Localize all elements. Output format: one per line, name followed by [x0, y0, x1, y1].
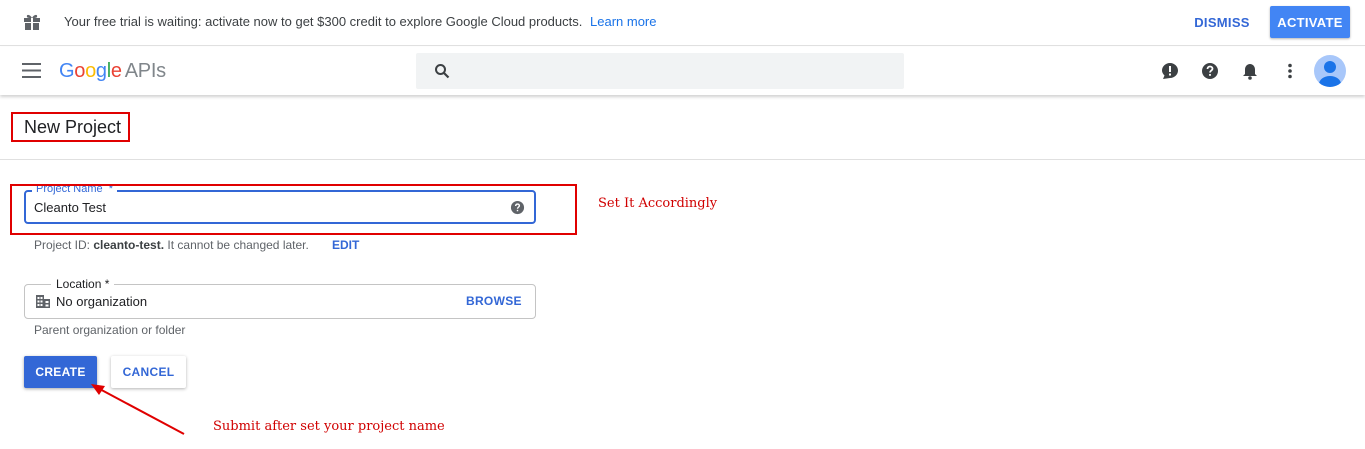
trial-message-text: Your free trial is waiting: activate now…	[64, 14, 583, 29]
browse-button[interactable]: BROWSE	[466, 294, 522, 308]
location-value: No organization	[56, 294, 148, 309]
search-input[interactable]	[416, 53, 904, 89]
account-avatar[interactable]	[1314, 55, 1346, 87]
project-id-text: Project ID: cleanto-test. It cannot be c…	[34, 238, 309, 252]
edit-project-id-link[interactable]: EDIT	[332, 238, 359, 252]
divider	[0, 159, 1365, 160]
location-helper-text: Parent organization or folder	[34, 323, 186, 337]
logo-apis-text: APIs	[124, 60, 166, 82]
annotation-box-field	[10, 184, 577, 235]
gift-icon	[24, 14, 40, 30]
logo-letter: e	[110, 60, 122, 82]
logo-letter: G	[59, 60, 75, 82]
location-label: Location *	[51, 277, 115, 291]
building-icon	[36, 295, 50, 308]
logo-letter: g	[95, 60, 107, 82]
dismiss-button[interactable]: DISMISS	[1184, 8, 1260, 36]
search-icon	[435, 64, 450, 79]
logo-letter: o	[74, 60, 86, 82]
project-id-prefix: Project ID:	[34, 238, 91, 252]
trial-banner: Your free trial is waiting: activate now…	[0, 0, 1365, 46]
annotation-submit-note: Submit after set your project name	[213, 419, 445, 434]
annotation-field-note: Set It Accordingly	[598, 196, 718, 211]
annotation-arrow	[91, 384, 185, 435]
learn-more-link[interactable]: Learn more	[590, 14, 656, 29]
menu-icon[interactable]	[22, 63, 41, 78]
help-icon[interactable]	[1200, 61, 1220, 81]
annotation-box-title	[11, 112, 130, 142]
project-id-suffix: It cannot be changed later.	[167, 238, 309, 252]
create-button[interactable]: CREATE	[24, 356, 97, 388]
trial-message: Your free trial is waiting: activate now…	[64, 14, 656, 29]
google-apis-logo[interactable]: Google APIs	[59, 60, 166, 83]
more-vert-icon[interactable]	[1280, 61, 1300, 81]
feedback-icon[interactable]	[1160, 61, 1180, 81]
location-field[interactable]: Location * No organization BROWSE	[24, 277, 536, 319]
logo-letter: o	[85, 60, 96, 82]
app-header: Google APIs	[0, 47, 1365, 95]
project-id-value: cleanto-test.	[93, 238, 165, 252]
account-avatar-icon	[1319, 61, 1341, 87]
notifications-icon[interactable]	[1240, 61, 1260, 81]
activate-button[interactable]: ACTIVATE	[1270, 6, 1350, 38]
